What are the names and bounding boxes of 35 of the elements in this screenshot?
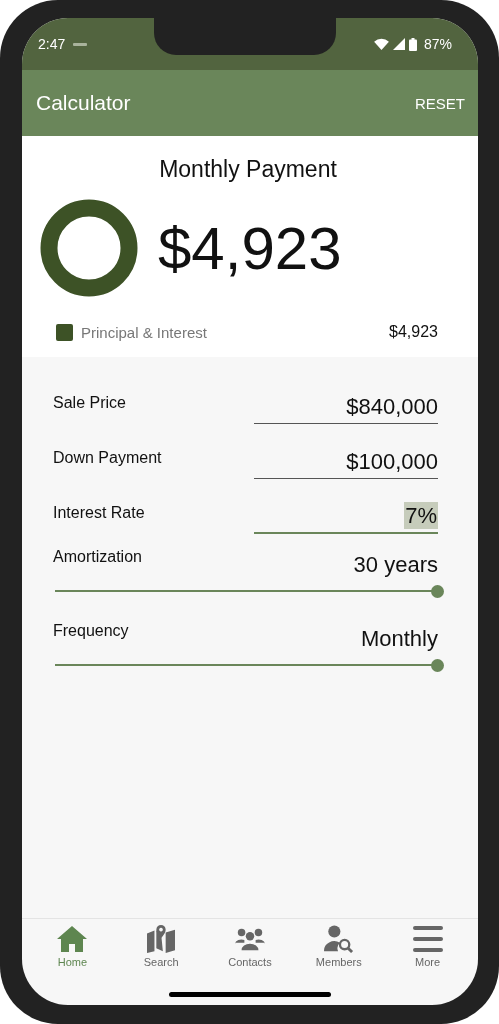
nav-tab[interactable]: Search	[126, 925, 197, 1005]
slider-value: Monthly	[360, 625, 438, 652]
slider-thumb[interactable]	[431, 659, 444, 672]
reset-button[interactable]: RESET	[415, 90, 465, 116]
slider-value: 30 years	[353, 551, 438, 578]
nav-tab[interactable]: More	[392, 925, 463, 1005]
battery-icon	[408, 37, 417, 51]
slider[interactable]	[55, 585, 444, 598]
nav-tab[interactable]: Home	[37, 925, 108, 1005]
menu-icon	[412, 925, 443, 953]
home-icon	[57, 925, 88, 953]
field-label: Frequency	[53, 621, 129, 640]
nav-tab[interactable]: Contacts	[215, 925, 285, 1005]
signal-icon	[392, 38, 405, 50]
battery-percent: 87%	[423, 36, 452, 52]
field-label: Amortization	[53, 547, 142, 566]
map-icon	[146, 925, 177, 953]
user-search-icon	[323, 925, 354, 953]
field-label: Interest Rate	[53, 504, 145, 523]
legend-value: $4,923	[389, 323, 438, 341]
input-field[interactable]: $100,000	[254, 449, 438, 479]
wifi-icon	[373, 38, 389, 50]
legend-label: Principal & Interest	[81, 323, 208, 341]
payment-amount: $4,923	[158, 213, 342, 283]
summary-title: Monthly Payment	[158, 156, 338, 183]
input-field[interactable]: $840,000	[254, 394, 438, 424]
field-label: Down Payment	[53, 449, 162, 468]
app-title: Calculator	[36, 91, 131, 115]
notification-icon	[73, 41, 88, 47]
input-field[interactable]: 7%	[254, 503, 438, 534]
slider[interactable]	[55, 659, 444, 672]
field-label: Sale Price	[53, 394, 126, 413]
nav-tab[interactable]: Members	[303, 925, 374, 1005]
slider-thumb[interactable]	[431, 585, 444, 598]
status-time: 2:47	[38, 36, 66, 52]
